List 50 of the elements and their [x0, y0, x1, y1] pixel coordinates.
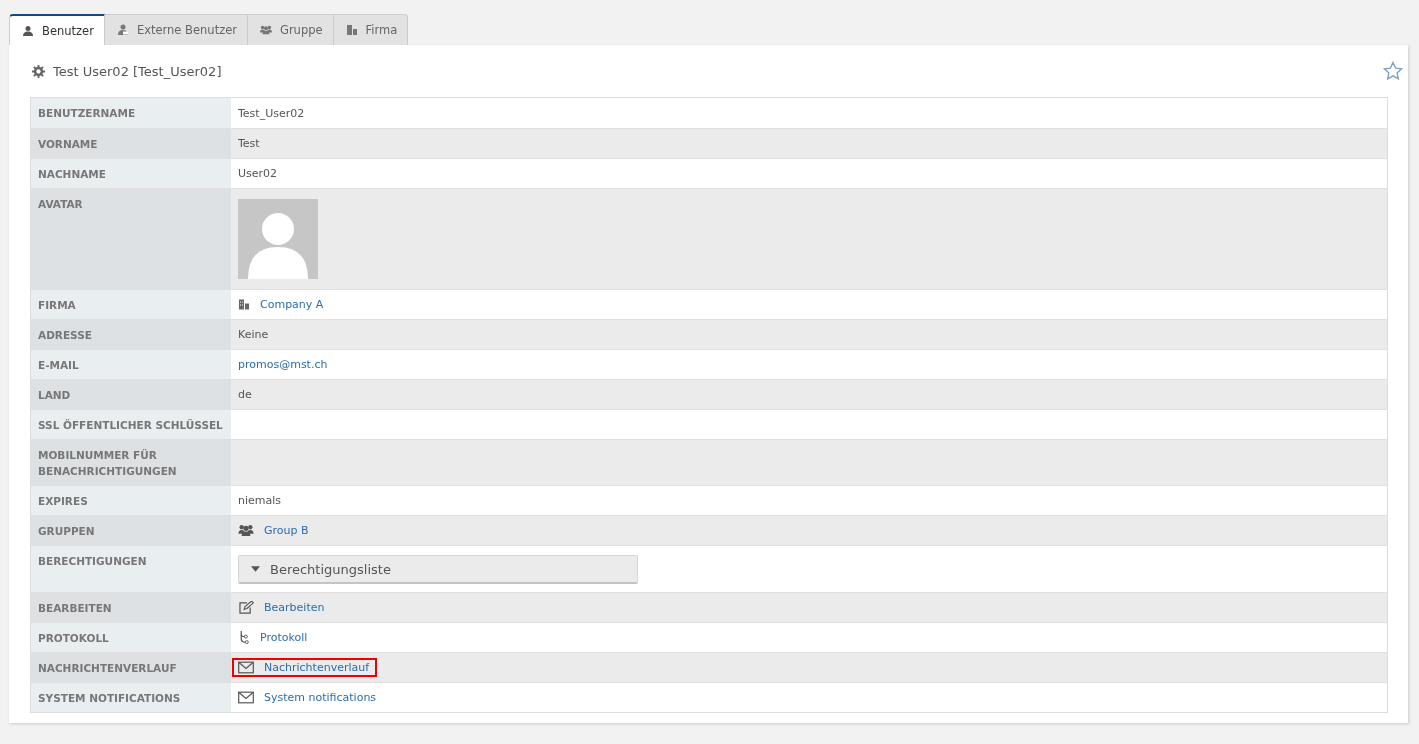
- action-link[interactable]: Nachrichtenverlauf: [264, 661, 370, 674]
- branch-icon: [238, 631, 250, 644]
- edit-icon: [238, 601, 254, 614]
- field-label: BENUTZERNAME: [31, 98, 231, 128]
- permissions-dropdown[interactable]: Berechtigungsliste: [238, 555, 638, 584]
- building-icon: [238, 298, 250, 311]
- tab[interactable]: Gruppe: [248, 14, 334, 45]
- field-value: Test: [238, 137, 260, 150]
- field-label: SYSTEM NOTIFICATIONS: [31, 683, 231, 712]
- field-value: Test_User02: [238, 106, 305, 120]
- field-label: MOBILNUMMER FÜR BENACHRICHTIGUNGEN: [31, 440, 231, 485]
- field-label: SSL ÖFFENTLICHER SCHLÜSSEL: [31, 410, 231, 439]
- user-icon: [22, 24, 34, 37]
- group-icon: [238, 524, 254, 537]
- field-value: User02: [238, 167, 278, 180]
- avatar-icon: [238, 199, 318, 279]
- action-link[interactable]: Group B: [264, 524, 309, 537]
- field-label: BERECHTIGUNGEN: [31, 546, 231, 592]
- action-link[interactable]: Company A: [260, 298, 324, 311]
- tab[interactable]: Firma: [333, 14, 409, 45]
- email-link[interactable]: promos@mst.ch: [238, 358, 328, 371]
- field-value: de: [238, 388, 252, 401]
- gear-icon: [32, 64, 45, 78]
- action-link[interactable]: Protokoll: [260, 631, 308, 644]
- field-label: FIRMA: [31, 290, 231, 319]
- user-icon: [116, 24, 129, 36]
- star-icon[interactable]: [1383, 61, 1403, 81]
- caret-icon: [251, 566, 260, 572]
- field-value: Keine: [238, 328, 269, 341]
- field-label: ADRESSE: [31, 320, 231, 349]
- field-label: EXPIRES: [31, 486, 231, 515]
- envelope-icon: [238, 661, 254, 674]
- field-label: E-MAIL: [31, 350, 231, 379]
- field-label: BEARBEITEN: [31, 593, 231, 622]
- field-label: NACHNAME: [31, 159, 231, 188]
- building-icon: [345, 24, 358, 36]
- envelope-icon: [238, 691, 254, 704]
- field-value: niemals: [238, 494, 282, 507]
- field-label: PROTOKOLL: [31, 623, 231, 652]
- group-icon: [260, 24, 272, 36]
- field-label: GRUPPEN: [31, 516, 231, 545]
- panel-title: Test User02 [Test_User02]: [53, 63, 222, 79]
- field-label: LAND: [31, 380, 231, 409]
- action-link[interactable]: System notifications: [264, 691, 377, 704]
- tab[interactable]: Benutzer: [9, 14, 105, 45]
- action-link[interactable]: Bearbeiten: [264, 601, 325, 614]
- field-label: NACHRICHTENVERLAUF: [31, 653, 231, 682]
- field-label: AVATAR: [31, 189, 231, 289]
- field-label: VORNAME: [31, 129, 231, 158]
- tab[interactable]: Externe Benutzer: [104, 14, 248, 45]
